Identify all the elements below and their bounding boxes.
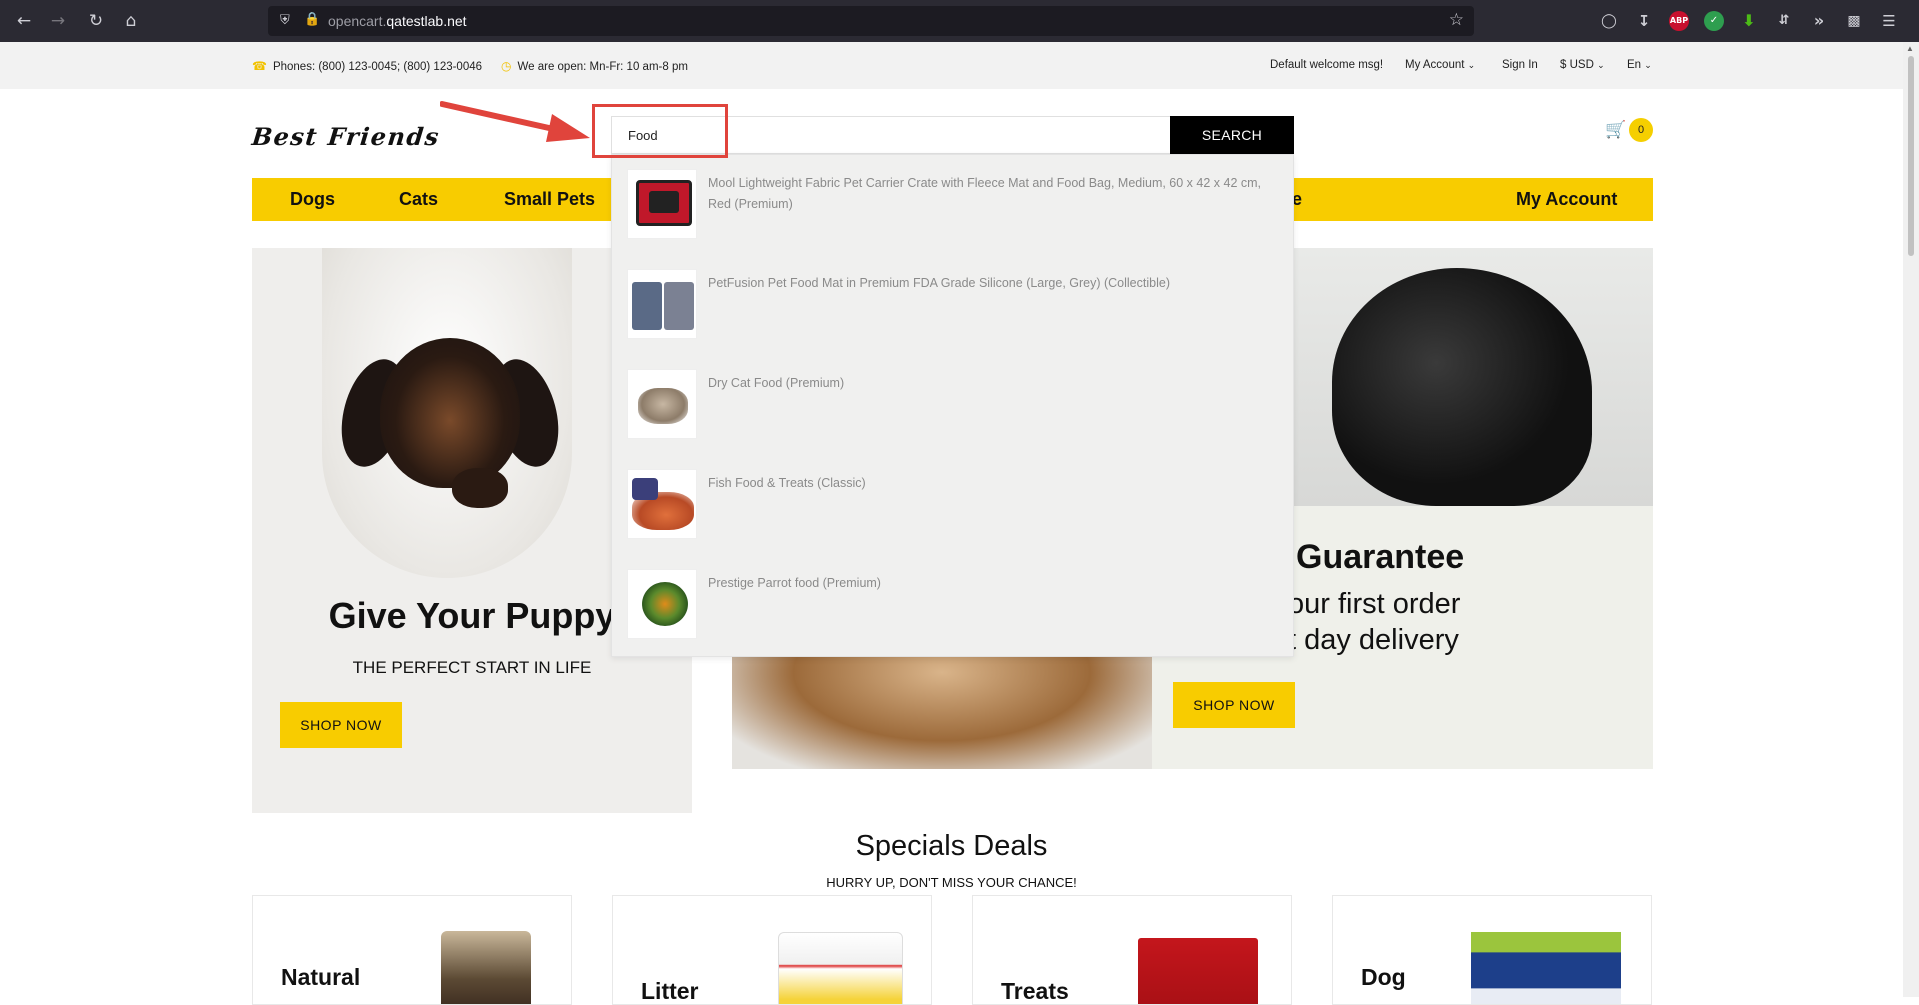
parrot-food-image [642,582,688,626]
annotation-arrow-icon [440,101,590,142]
suggestion-item[interactable]: Prestige Parrot food (Premium) [612,555,1293,655]
reload-icon[interactable]: ↻ [86,11,106,31]
food-mat-image [632,282,662,330]
language-dropdown[interactable]: En ⌄ [1627,59,1652,71]
deal-card[interactable]: Dog [1332,895,1652,1005]
search-button[interactable]: SEARCH [1170,116,1294,154]
annotation-highlight-box [592,104,728,158]
home-icon[interactable]: ⌂ [121,11,141,31]
scroll-up-icon[interactable]: ▲ [1906,44,1914,53]
deal-card-title[interactable]: Litter [641,978,699,1004]
shop-now-button[interactable]: SHOP NOW [280,702,402,748]
scrollbar-thumb[interactable] [1908,56,1914,256]
clock-icon: ◷ [501,59,512,73]
nav-item-cats[interactable]: Cats [399,189,438,210]
welcome-message: Default welcome msg! [1270,59,1384,71]
page-scrollbar[interactable]: ▲ [1903,42,1919,997]
hours-text: We are open: Mn-Fr: 10 am-8 pm [517,61,688,73]
dog-pads-image[interactable] [1471,932,1621,1004]
back-icon[interactable]: ← [14,11,34,31]
fish-food-can-image [632,478,658,500]
product-thumbnail[interactable] [627,569,697,639]
litter-bucket-image[interactable] [778,932,903,1004]
currency-label: $ USD [1560,59,1594,71]
adblock-icon[interactable]: ABP [1669,11,1689,31]
milkbone-box-image[interactable] [1138,938,1258,1004]
guarantee-line-2: our first order [1288,588,1461,620]
downloads-icon[interactable]: ↧ [1634,11,1654,31]
lock-icon[interactable]: 🔒 [304,12,320,27]
dachshund-image [380,338,520,488]
product-thumbnail[interactable] [627,269,697,339]
suggestion-name[interactable]: Prestige Parrot food (Premium) [708,573,1278,594]
suggestion-name[interactable]: Fish Food & Treats (Classic) [708,473,1278,494]
suggestion-item[interactable]: Fish Food & Treats (Classic) [612,455,1293,555]
browser-toolbar: ← → ↻ ⌂ ⛨ 🔒 opencart.qatestlab.net ☆ ◯ ↧… [0,0,1919,42]
deal-card-title[interactable]: Treats [1001,978,1069,1004]
deal-card-title[interactable]: Dog [1361,964,1406,991]
suggestion-name[interactable]: Dry Cat Food (Premium) [708,373,1278,394]
chevron-down-icon: ⌄ [1644,60,1652,70]
language-label: En [1627,59,1642,71]
download-helper-icon[interactable]: ⬇ [1739,11,1759,31]
my-account-label: My Account [1405,59,1465,71]
phones-info: ☎ Phones: (800) 123-0045; (800) 123-0046 [252,59,482,73]
sign-in-link[interactable]: Sign In [1502,59,1538,71]
bookmark-star-icon[interactable]: ☆ [1449,10,1464,30]
banner-subtitle: THE PERFECT START IN LIFE [352,658,592,677]
deal-card-title[interactable]: Natural [281,964,360,991]
suggestion-item[interactable]: Dry Cat Food (Premium) [612,355,1293,455]
deal-card[interactable]: Natural [252,895,572,1005]
specials-subtitle: HURRY UP, DON'T MISS YOUR CHANCE! [826,875,1077,890]
specials-title: Specials Deals [855,830,1048,862]
shop-now-button[interactable]: SHOP NOW [1173,682,1295,728]
pocket-icon[interactable]: ◯ [1599,11,1619,31]
site-logo[interactable]: Best Friends [250,122,441,151]
cat-food-image [638,388,688,424]
guarantee-line-3: t day delivery [1288,624,1459,656]
dog-food-bag-image[interactable] [441,931,531,1004]
tracking-shield-icon[interactable]: ⛨ [280,13,294,29]
cart-count-badge[interactable]: 0 [1629,118,1653,142]
deal-card[interactable]: Treats [972,895,1292,1005]
deal-card[interactable]: Litter [612,895,932,1005]
overflow-chevron-icon[interactable]: » [1809,11,1829,31]
chevron-down-icon: ⌄ [1597,60,1605,70]
url-prefix: opencart. [328,13,387,29]
cart-icon[interactable]: 🛒 [1605,120,1626,140]
extensions-puzzle-icon[interactable]: ▩ [1844,11,1864,31]
forward-icon[interactable]: → [48,11,68,31]
nav-item-dogs[interactable]: Dogs [290,189,335,210]
guarantee-title: Guarantee [1296,538,1465,576]
product-thumbnail[interactable] [627,469,697,539]
suggestion-name[interactable]: Mool Lightweight Fabric Pet Carrier Crat… [708,173,1278,215]
nav-item-my-account[interactable]: My Account [1516,189,1617,210]
food-mat-image [664,282,694,330]
search-suggestions-dropdown: Mool Lightweight Fabric Pet Carrier Crat… [611,154,1294,657]
top-info-bar: ☎ Phones: (800) 123-0045; (800) 123-0046 … [0,42,1903,89]
hours-info: ◷ We are open: Mn-Fr: 10 am-8 pm [501,59,688,73]
product-thumbnail[interactable] [627,369,697,439]
chevron-down-icon: ⌄ [1467,60,1476,70]
my-account-dropdown[interactable]: My Account ⌄ [1405,59,1475,71]
suggestion-item[interactable]: Mool Lightweight Fabric Pet Carrier Crat… [612,155,1293,255]
url-text[interactable]: opencart.qatestlab.net [328,13,467,29]
url-domain: qatestlab.net [386,13,467,29]
dog-paw [452,468,508,508]
product-thumbnail[interactable] [627,169,697,239]
phones-text: Phones: (800) 123-0045; (800) 123-0046 [272,61,483,73]
nav-item-small-pets[interactable]: Small Pets [504,189,595,210]
suggestion-item[interactable]: PetFusion Pet Food Mat in Premium FDA Gr… [612,255,1293,355]
url-bar[interactable]: ⛨ 🔒 opencart.qatestlab.net ☆ [268,6,1474,36]
pet-carrier-image [636,180,692,226]
currency-dropdown[interactable]: $ USD ⌄ [1560,59,1605,71]
phone-icon: ☎ [252,59,267,73]
suggestion-name[interactable]: PetFusion Pet Food Mat in Premium FDA Gr… [708,273,1278,294]
sort-extension-icon[interactable]: ⇵ [1774,11,1794,31]
menu-hamburger-icon[interactable]: ☰ [1879,11,1899,31]
shield-extension-icon[interactable]: ✓ [1704,11,1724,31]
